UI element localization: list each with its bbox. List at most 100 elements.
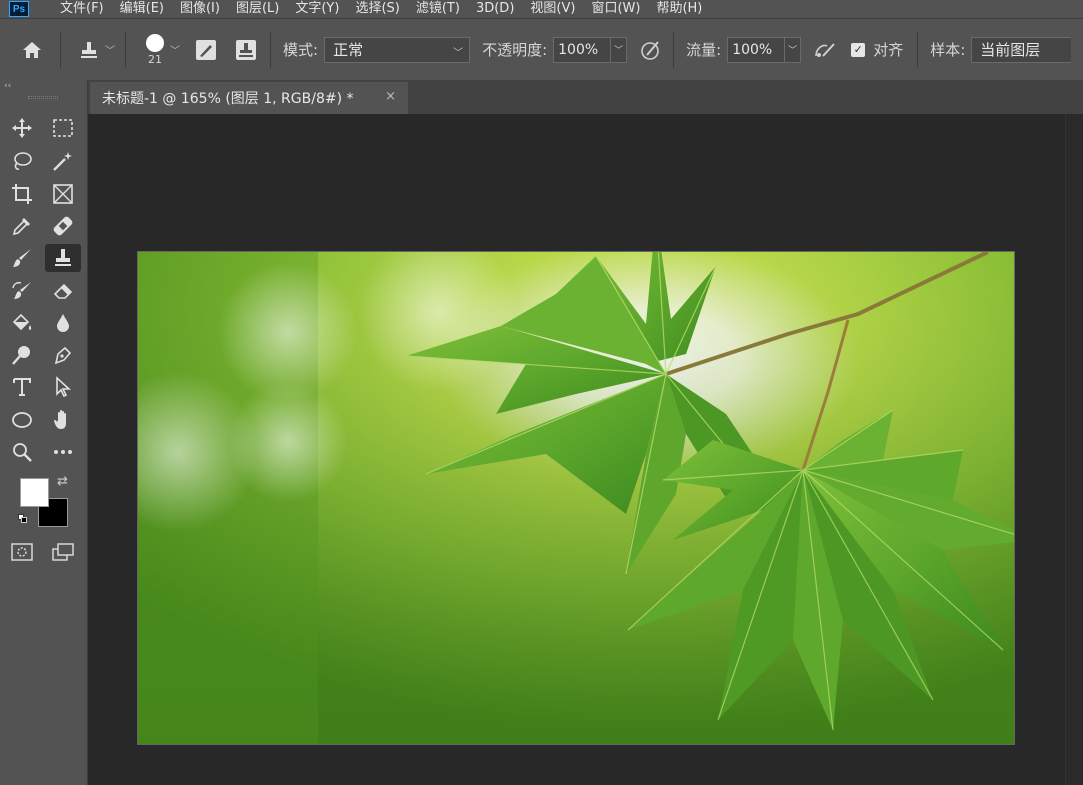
- chevron-down-icon[interactable]: ﹀: [170, 42, 180, 57]
- dodge-tool[interactable]: [6, 341, 38, 369]
- separator: [270, 31, 271, 68]
- move-icon: [12, 118, 32, 138]
- panel-grip[interactable]: [28, 96, 58, 99]
- frame-tool[interactable]: [47, 180, 79, 208]
- menu-filter[interactable]: 滤镜(T): [408, 0, 468, 18]
- document-tab-bar: 未标题-1 @ 165% (图层 1, RGB/8#) * ×: [88, 80, 1083, 114]
- zoom-icon: [13, 443, 32, 462]
- menu-window[interactable]: 窗口(W): [583, 0, 648, 18]
- brush-tip-icon: [146, 33, 164, 52]
- healing-brush-icon: [53, 216, 73, 236]
- brush-tool[interactable]: [6, 244, 38, 272]
- quick-mask-button[interactable]: [6, 538, 38, 566]
- document-tab[interactable]: 未标题-1 @ 165% (图层 1, RGB/8#) * ×: [90, 82, 408, 114]
- history-brush-tool[interactable]: [6, 277, 38, 305]
- clone-stamp-icon: [81, 41, 97, 58]
- screen-mode-button[interactable]: [47, 538, 79, 566]
- document-canvas-image[interactable]: [137, 251, 1015, 745]
- menu-image[interactable]: 图像(I): [172, 0, 228, 18]
- separator: [917, 31, 919, 68]
- chevron-down-icon[interactable]: ﹀: [611, 36, 628, 63]
- photoshop-window: Ps 文件(F) 编辑(E) 图像(I) 图层(L) 文字(Y) 选择(S) 滤…: [0, 0, 1083, 785]
- flow-field[interactable]: 100% ﹀: [727, 36, 802, 63]
- swap-colors-icon[interactable]: ⇄: [57, 474, 68, 489]
- paint-bucket-tool[interactable]: [6, 309, 38, 337]
- separator: [673, 31, 675, 68]
- ellipse-tool[interactable]: [6, 406, 38, 434]
- pen-icon: [54, 346, 72, 365]
- eyedropper-tool[interactable]: [6, 212, 38, 240]
- opacity-field[interactable]: 100% ﹀: [553, 36, 628, 63]
- paint-bucket-icon: [12, 313, 32, 331]
- mode-value: 正常: [333, 41, 364, 59]
- brush-size: 21: [148, 52, 162, 66]
- menu-select[interactable]: 选择(S): [347, 0, 407, 18]
- document-tab-title: 未标题-1 @ 165% (图层 1, RGB/8#) *: [102, 91, 354, 107]
- blur-tool[interactable]: [47, 309, 79, 337]
- ellipse-icon: [12, 412, 32, 428]
- menu-file[interactable]: 文件(F): [52, 0, 112, 18]
- menu-3d[interactable]: 3D(D): [468, 0, 522, 18]
- chevron-down-icon[interactable]: ﹀: [785, 36, 802, 63]
- flow-value[interactable]: 100%: [727, 36, 786, 63]
- eyedropper-icon: [12, 218, 30, 236]
- opacity-value[interactable]: 100%: [553, 36, 612, 63]
- frame-icon: [53, 184, 73, 204]
- magic-wand-icon: [53, 152, 72, 171]
- sample-select[interactable]: 当前图层: [971, 36, 1072, 63]
- pressure-icon: [641, 40, 659, 60]
- menu-help[interactable]: 帮助(H): [648, 0, 710, 18]
- mode-select[interactable]: 正常 ﹀: [324, 36, 471, 63]
- clone-source-icon: [236, 39, 256, 60]
- more-tools-button[interactable]: [47, 438, 79, 466]
- mode-label: 模式:: [283, 41, 319, 59]
- type-tool[interactable]: [6, 373, 38, 401]
- home-button[interactable]: [18, 36, 46, 64]
- pen-tool[interactable]: [47, 341, 79, 369]
- aligned-checkbox[interactable]: ✓: [851, 42, 866, 57]
- clone-stamp-tool[interactable]: [45, 244, 81, 272]
- menu-view[interactable]: 视图(V): [522, 0, 583, 18]
- airbrush-button[interactable]: [811, 36, 839, 64]
- menu-layer[interactable]: 图层(L): [228, 0, 287, 18]
- hand-tool[interactable]: [47, 406, 79, 434]
- airbrush-icon: [815, 42, 835, 57]
- tool-preset-picker[interactable]: [75, 36, 103, 64]
- lasso-tool[interactable]: [6, 147, 38, 175]
- vertical-scrollbar[interactable]: [1065, 114, 1083, 785]
- hand-icon: [54, 410, 66, 429]
- maple-leaves-photo: [138, 252, 1014, 744]
- lasso-icon: [14, 152, 32, 170]
- move-tool[interactable]: [6, 114, 38, 142]
- path-select-tool[interactable]: [47, 373, 79, 401]
- menu-edit[interactable]: 编辑(E): [112, 0, 172, 18]
- type-icon: [13, 378, 31, 396]
- more-tools-icon: [54, 450, 72, 454]
- rect-marquee-tool[interactable]: [47, 114, 79, 142]
- menu-bar: Ps 文件(F) 编辑(E) 图像(I) 图层(L) 文字(Y) 选择(S) 滤…: [0, 0, 1083, 18]
- healing-brush-tool[interactable]: [47, 212, 79, 240]
- default-colors-icon[interactable]: [18, 514, 28, 524]
- tools-panel: ‹‹ ⇄: [0, 80, 88, 785]
- brush-icon: [13, 249, 31, 267]
- brush-settings-icon: [196, 39, 216, 60]
- sample-value: 当前图层: [980, 41, 1041, 59]
- zoom-tool[interactable]: [6, 438, 38, 466]
- chevron-down-icon[interactable]: ﹀: [105, 42, 115, 57]
- aligned-label: 对齐: [873, 41, 904, 59]
- close-icon[interactable]: ×: [385, 89, 396, 104]
- flow-label: 流量:: [686, 41, 722, 59]
- magic-wand-tool[interactable]: [47, 147, 79, 175]
- eraser-tool[interactable]: [47, 277, 79, 305]
- menu-type[interactable]: 文字(Y): [287, 0, 347, 18]
- brush-preset-picker[interactable]: 21: [142, 33, 168, 66]
- collapse-icon[interactable]: ‹‹: [4, 81, 11, 91]
- clone-source-button[interactable]: [232, 36, 260, 64]
- foreground-color-swatch[interactable]: [20, 478, 49, 507]
- history-brush-icon: [12, 281, 31, 299]
- pressure-opacity-button[interactable]: [637, 36, 665, 64]
- crop-tool[interactable]: [6, 180, 38, 208]
- path-select-icon: [56, 376, 72, 398]
- crop-icon: [12, 184, 32, 204]
- brush-settings-button[interactable]: [192, 36, 220, 64]
